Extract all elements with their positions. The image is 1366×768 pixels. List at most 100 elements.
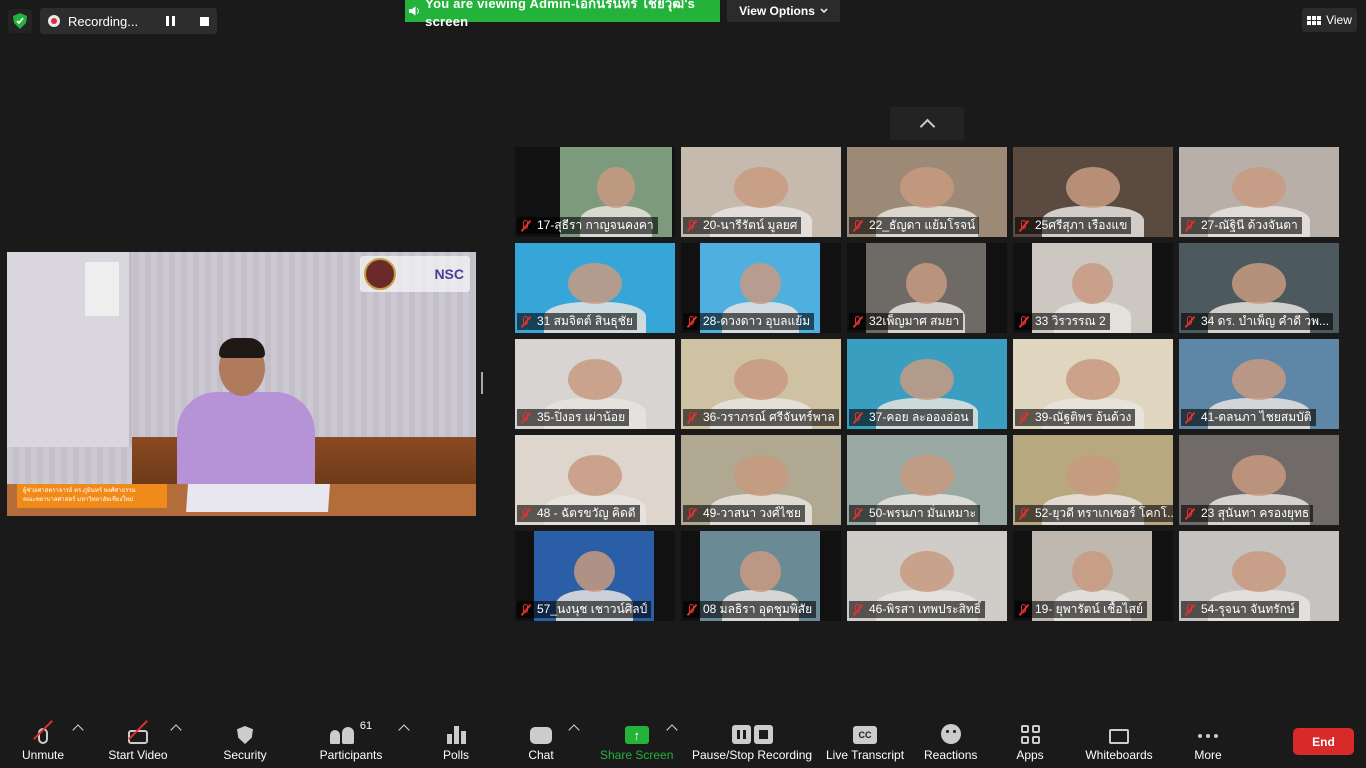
security-shield-icon [237, 726, 253, 744]
end-meeting-button[interactable]: End [1293, 728, 1354, 755]
institution-logo: NSC [360, 256, 470, 292]
participant-name: 39-ณัฐติพร อ้นด้วง [1035, 410, 1132, 424]
polls-button[interactable]: Polls [442, 720, 470, 762]
participant-name: 23 สุนันทา ครองยุทธ [1201, 506, 1310, 520]
banner-line-2: คณะพยาบาลศาสตร์ มหาวิทยาลัยเชียงใหม่ [23, 497, 134, 503]
grid-icon [1307, 15, 1322, 25]
end-label: End [1312, 734, 1335, 749]
gallery-scroll-up-button[interactable] [890, 107, 964, 140]
start-video-button[interactable]: Start Video [108, 720, 168, 762]
microphone-muted-icon [686, 411, 698, 424]
participant-tile[interactable]: 52-ยุวดี ทราเกเซอร์ โคกโ... [1013, 435, 1173, 525]
participant-name: 35-ปิ่งอร เผ่าน้อย [537, 410, 626, 424]
split-divider-handle[interactable] [481, 372, 483, 394]
participant-name-label: 08 มลธิรา อุดชุมพิสัย [683, 601, 817, 618]
participant-name: 25ศรีสุภา เรืองแข [1035, 218, 1128, 232]
reactions-label: Reactions [924, 748, 978, 762]
participant-name: 17-สุธีรา กาญจนคงคา [537, 218, 654, 232]
participant-name: 32เพ็ญมาศ สมยา [869, 314, 960, 328]
participants-chevron-icon[interactable] [398, 724, 410, 736]
live-transcript-label: Live Transcript [826, 748, 905, 762]
participant-tile[interactable]: 33 วิรวรรณ 2 [1013, 243, 1173, 333]
participant-name-label: 37-คอย ละอองอ่อน [849, 409, 973, 426]
participant-tile[interactable]: 20-นารีรัตน์ มูลยศ [681, 147, 841, 237]
chat-chevron-icon[interactable] [568, 724, 580, 736]
participant-name-label: 34 ดร. บำเพ็ญ คำดี วพ... [1181, 313, 1334, 330]
reactions-button[interactable]: Reactions [924, 720, 977, 762]
polls-icon [446, 726, 466, 744]
participant-tile[interactable]: 19- ยุพารัตน์ เชื้อไสย์ [1013, 531, 1173, 621]
unmute-button[interactable]: Unmute [22, 720, 64, 762]
microphone-muted-icon [1184, 603, 1196, 616]
participant-tile[interactable]: 48 - ฉัตรขวัญ คิดดี [515, 435, 675, 525]
chat-button[interactable]: Chat [528, 720, 554, 762]
participant-tile[interactable]: 49-วาสนา วงศ์ไชย [681, 435, 841, 525]
pause-recording-icon[interactable] [166, 16, 178, 26]
participant-name-label: 23 สุนันทา ครองยุทธ [1181, 505, 1314, 522]
live-transcript-button[interactable]: CC Live Transcript [826, 720, 904, 762]
participant-name: 20-นารีรัตน์ มูลยศ [703, 218, 798, 232]
speaker-icon [409, 6, 419, 16]
chat-label: Chat [528, 748, 554, 762]
participant-tile[interactable]: 36-วราภรณ์ ศรีจันทร์พาล [681, 339, 841, 429]
participant-tile[interactable]: 50-พรนภา มั่นเหมาะ [847, 435, 1007, 525]
banner-line-1: ผู้ช่วยศาสตราจารย์ ดร.ภูมินทร์ พงศ์ศาธรร… [23, 488, 136, 494]
participant-name: 37-คอย ละอองอ่อน [869, 410, 969, 424]
participant-tile[interactable]: 17-สุธีรา กาญจนคงคา [515, 147, 675, 237]
share-screen-button[interactable]: Share Screen [600, 720, 673, 762]
participant-tile[interactable]: 23 สุนันทา ครองยุทธ [1179, 435, 1339, 525]
participant-tile[interactable]: 32เพ็ญมาศ สมยา [847, 243, 1007, 333]
participant-tile[interactable]: 34 ดร. บำเพ็ญ คำดี วพ... [1179, 243, 1339, 333]
participant-tile[interactable]: 27-ณัฐินี ด้วงจันตา [1179, 147, 1339, 237]
participant-tile[interactable]: 35-ปิ่งอร เผ่าน้อย [515, 339, 675, 429]
microphone-muted-icon [1184, 507, 1196, 520]
pause-stop-recording-label: Pause/Stop Recording [692, 748, 813, 762]
participants-label: Participants [319, 748, 383, 762]
recording-indicator: Recording... [40, 8, 218, 34]
participant-tile[interactable]: 28-ดวงดาว อุบลแย้ม [681, 243, 841, 333]
participant-name: 57_นงนุช เชาวน์ศิลป์ [537, 602, 648, 616]
video-options-chevron-icon[interactable] [170, 724, 182, 736]
closed-caption-icon: CC [853, 726, 878, 744]
more-button[interactable]: More [1194, 720, 1222, 762]
participant-name: 46-พิรสา เทพประสิทธิ์ [869, 602, 982, 616]
participant-tile[interactable]: 54-รุจนา จันทรักษ์ [1179, 531, 1339, 621]
participant-tile[interactable]: 37-คอย ละอองอ่อน [847, 339, 1007, 429]
participant-tile[interactable]: 39-ณัฐติพร อ้นด้วง [1013, 339, 1173, 429]
apps-button[interactable]: Apps [1016, 720, 1044, 762]
security-button[interactable]: Security [223, 720, 267, 762]
microphone-muted-icon [852, 507, 864, 520]
shared-screen-speaker-video: NSC ผู้ช่วยศาสตราจารย์ ดร.ภูมินทร์ พงศ์ศ… [7, 252, 476, 516]
more-dots-icon [1198, 734, 1218, 744]
participant-name-label: 22_ธัญดา แย้มโรจน์ [849, 217, 980, 234]
participant-tile[interactable]: 31 สมจิตต์ สินธุชัย [515, 243, 675, 333]
encryption-shield-icon[interactable] [8, 9, 32, 33]
participant-name-label: 54-รุจนา จันทรักษ์ [1181, 601, 1299, 618]
participant-tile[interactable]: 08 มลธิรา อุดชุมพิสัย [681, 531, 841, 621]
participant-name-label: 46-พิรสา เทพประสิทธิ์ [849, 601, 986, 618]
participant-name-label: 41-ดลนภา ไชยสมบัติ [1181, 409, 1316, 426]
participants-icon [329, 727, 354, 744]
pause-stop-recording-button[interactable]: Pause/Stop Recording [692, 720, 812, 762]
participant-name: 08 มลธิรา อุดชุมพิสัย [703, 602, 813, 616]
participant-tile[interactable]: 46-พิรสา เทพประสิทธิ์ [847, 531, 1007, 621]
speaker-name-banner: ผู้ช่วยศาสตราจารย์ ดร.ภูมินทร์ พงศ์ศาธรร… [17, 484, 167, 508]
view-options-button[interactable]: View Options [727, 0, 840, 22]
participant-name: 50-พรนภา มั่นเหมาะ [869, 506, 977, 520]
participant-name: 34 ดร. บำเพ็ญ คำดี วพ... [1201, 314, 1330, 328]
whiteboards-button[interactable]: Whiteboards [1085, 720, 1153, 762]
view-layout-button[interactable]: View [1302, 8, 1357, 32]
stop-recording-icon[interactable] [200, 16, 210, 26]
participant-name-label: 52-ยุวดี ทราเกเซอร์ โคกโ... [1015, 505, 1173, 522]
participant-tile[interactable]: 25ศรีสุภา เรืองแข [1013, 147, 1173, 237]
apps-icon [1020, 725, 1040, 744]
participant-name-label: 33 วิรวรรณ 2 [1015, 313, 1110, 330]
participant-name-label: 20-นารีรัตน์ มูลยศ [683, 217, 802, 234]
participant-tile[interactable]: 57_นงนุช เชาวน์ศิลป์ [515, 531, 675, 621]
audio-options-chevron-icon[interactable] [72, 724, 84, 736]
microphone-muted-icon [520, 507, 532, 520]
participant-tile[interactable]: 22_ธัญดา แย้มโรจน์ [847, 147, 1007, 237]
participants-button[interactable]: 61 Participants [319, 720, 383, 762]
participant-name-label: 25ศรีสุภา เรืองแข [1015, 217, 1132, 234]
participant-tile[interactable]: 41-ดลนภา ไชยสมบัติ [1179, 339, 1339, 429]
